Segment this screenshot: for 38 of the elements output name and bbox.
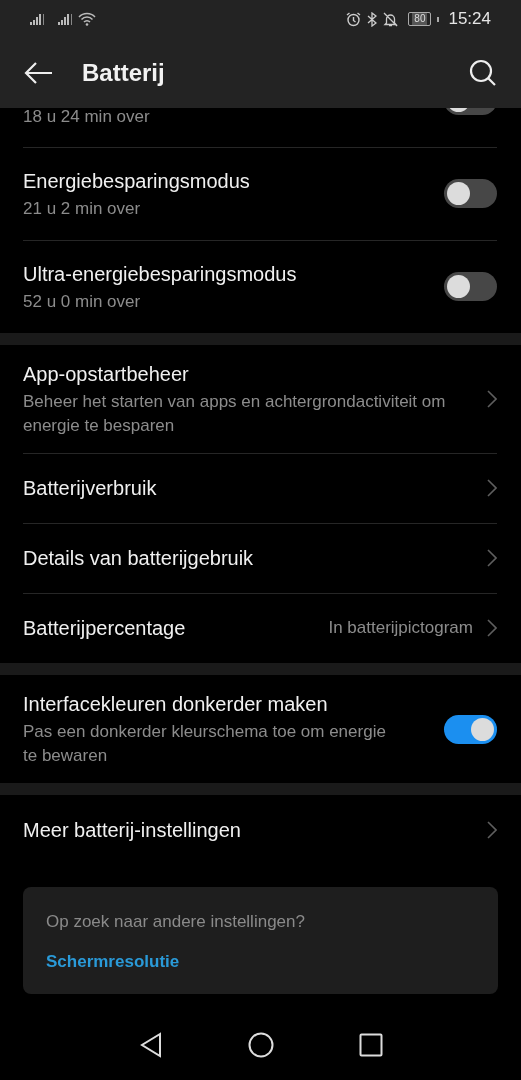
setting-title: Details van batterijgebruik <box>23 546 254 571</box>
suggestion-question: Op zoek naar andere instellingen? <box>46 912 305 932</box>
back-nav-button[interactable] <box>138 1032 163 1058</box>
wifi-icon <box>78 12 96 26</box>
battery-icon: 80 <box>408 12 432 26</box>
setting-title: Energiebesparingsmodus <box>23 168 250 194</box>
signal-icon <box>30 13 44 25</box>
setting-description: 52 u 0 min over <box>23 290 141 313</box>
setting-title: Interfacekleuren donkerder maken <box>23 692 328 717</box>
setting-description: 18 u 24 min over <box>23 108 150 128</box>
setting-description: Beheer het starten van apps en achtergrondactiviteit om energie te besparen <box>23 391 447 437</box>
setting-title: Batterijverbruik <box>23 476 157 501</box>
chevron-icon <box>487 479 497 497</box>
toggle-switch[interactable] <box>444 272 497 301</box>
chevron-icon <box>487 619 497 637</box>
recents-nav-button[interactable] <box>358 1033 383 1057</box>
setting-value: In batterijpictogram <box>328 618 473 638</box>
clock-time: 15:24 <box>448 9 491 29</box>
bell-off-icon <box>383 11 399 27</box>
bluetooth-icon <box>367 11 378 27</box>
suggestion-link[interactable]: Schermresolutie <box>46 952 180 972</box>
signal-icon <box>58 13 72 25</box>
page-title: Batterij <box>82 59 166 87</box>
setting-title: Meer batterij-instellingen <box>23 818 241 843</box>
setting-title: Batterijpercentage <box>23 616 186 641</box>
chevron-icon <box>487 390 497 408</box>
chevron-icon <box>487 549 497 567</box>
setting-title: Ultra-energiebesparingsmodus <box>23 261 297 287</box>
toggle-switch[interactable] <box>444 714 497 744</box>
setting-title: App-opstartbeheer <box>23 362 189 387</box>
toggle-switch[interactable] <box>444 179 497 208</box>
alarm-icon <box>346 11 362 27</box>
search-button[interactable] <box>469 59 497 87</box>
setting-description: 21 u 2 min over <box>23 197 141 220</box>
back-button[interactable] <box>24 61 54 85</box>
home-nav-button[interactable] <box>247 1032 274 1058</box>
chevron-icon <box>487 821 497 839</box>
setting-description: Pas een donkerder kleurschema toe om energie te bewaren <box>23 721 387 767</box>
